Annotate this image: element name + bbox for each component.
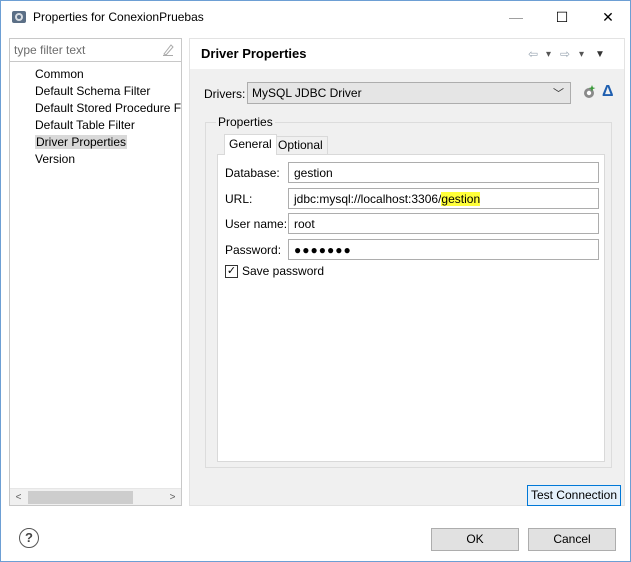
edit-driver-delta-icon[interactable]: Δ xyxy=(602,83,614,101)
database-value: gestion xyxy=(294,166,333,180)
save-password-label[interactable]: Save password xyxy=(242,264,324,278)
drivers-select-value: MySQL JDBC Driver xyxy=(252,86,362,100)
tab-optional[interactable]: Optional xyxy=(273,136,328,154)
back-arrow-icon[interactable]: ⇦ xyxy=(528,47,538,61)
tree-item-driver-properties[interactable]: Driver Properties xyxy=(10,134,181,151)
page-header: Driver Properties ⇦ ▾ ⇨ ▾ ▼ xyxy=(190,39,624,69)
close-button[interactable]: ✕ xyxy=(585,1,631,33)
forward-arrow-icon[interactable]: ⇨ xyxy=(560,47,570,61)
tree-item-version[interactable]: Version xyxy=(10,151,181,168)
maximize-button[interactable]: ☐ xyxy=(539,1,585,33)
password-field[interactable]: ●●●●●●● xyxy=(288,239,599,260)
eclipse-app-icon xyxy=(12,11,26,23)
url-highlighted-database: gestion xyxy=(441,192,481,206)
title-bar: Properties for ConexionPruebas — ☐ ✕ xyxy=(1,1,630,33)
url-value: jdbc:mysql://localhost:3306/ xyxy=(294,192,442,206)
scroll-thumb[interactable] xyxy=(28,491,133,504)
page-title: Driver Properties xyxy=(201,46,307,61)
filter-placeholder: type filter text xyxy=(14,43,86,57)
clear-filter-icon[interactable] xyxy=(161,43,175,57)
username-field[interactable]: root xyxy=(288,213,599,234)
scroll-left-arrow-icon[interactable]: < xyxy=(10,489,27,506)
horizontal-scrollbar[interactable]: < > xyxy=(10,488,181,505)
url-field[interactable]: jdbc:mysql://localhost:3306/gestion xyxy=(288,188,599,209)
new-driver-icon[interactable] xyxy=(581,84,597,100)
chevron-down-icon: ﹀ xyxy=(553,88,564,100)
username-label: User name: xyxy=(225,217,288,231)
back-menu-icon[interactable]: ▾ xyxy=(546,49,551,60)
cancel-button[interactable]: Cancel xyxy=(528,528,616,551)
preference-tree: Common Default Schema Filter Default Sto… xyxy=(10,66,181,168)
minimize-button[interactable]: — xyxy=(493,1,539,33)
tree-item-default-schema-filter[interactable]: Default Schema Filter xyxy=(10,83,181,100)
forward-menu-icon[interactable]: ▾ xyxy=(579,49,584,60)
help-icon[interactable]: ? xyxy=(19,528,39,548)
database-label: Database: xyxy=(225,166,280,180)
password-value: ●●●●●●● xyxy=(294,243,352,257)
scroll-right-arrow-icon[interactable]: > xyxy=(164,489,181,506)
tree-item-common[interactable]: Common xyxy=(10,66,181,83)
tree-item-default-stored-procedure-filter[interactable]: Default Stored Procedure F xyxy=(10,100,181,117)
url-label: URL: xyxy=(225,192,253,206)
drivers-label: Drivers: xyxy=(204,87,246,101)
drivers-select[interactable]: MySQL JDBC Driver ﹀ xyxy=(247,82,571,104)
test-connection-button[interactable]: Test Connection xyxy=(527,485,621,506)
window-title: Properties for ConexionPruebas xyxy=(33,10,204,24)
general-tab-panel: Database: gestion URL: jdbc:mysql://loca… xyxy=(217,154,605,462)
preference-tree-pane: type filter text Common Default Schema F… xyxy=(9,38,182,506)
properties-dialog: Properties for ConexionPruebas — ☐ ✕ typ… xyxy=(0,0,631,562)
ok-button[interactable]: OK xyxy=(431,528,519,551)
save-password-checkbox[interactable]: ✓ xyxy=(225,265,238,278)
properties-group-label: Properties xyxy=(216,115,275,129)
username-value: root xyxy=(294,217,315,231)
password-label: Password: xyxy=(225,243,282,257)
filter-input[interactable]: type filter text xyxy=(10,39,181,62)
tab-general[interactable]: General xyxy=(224,134,277,155)
view-menu-icon[interactable]: ▼ xyxy=(595,49,605,60)
driver-properties-page: Driver Properties ⇦ ▾ ⇨ ▾ ▼ Drivers: MyS… xyxy=(189,38,625,506)
tree-item-default-table-filter[interactable]: Default Table Filter xyxy=(10,117,181,134)
database-field[interactable]: gestion xyxy=(288,162,599,183)
